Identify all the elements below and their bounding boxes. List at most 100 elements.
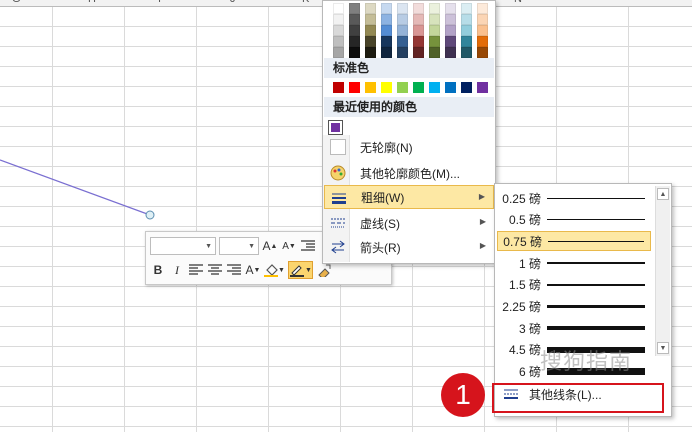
font-name-combo[interactable]: ▼: [150, 237, 216, 255]
weight-option[interactable]: 1 磅: [497, 253, 651, 273]
color-swatch[interactable]: [397, 25, 408, 36]
color-swatch[interactable]: [445, 25, 456, 36]
color-swatch[interactable]: [445, 36, 456, 47]
standard-color-swatch[interactable]: [413, 82, 424, 93]
standard-color-swatch[interactable]: [397, 82, 408, 93]
font-size-combo[interactable]: ▼: [219, 237, 259, 255]
fill-bucket-icon[interactable]: ▼: [264, 261, 285, 279]
empty-swatch-icon: [330, 139, 346, 155]
weight-option-label: 1 磅: [518, 256, 541, 271]
standard-color-swatch[interactable]: [461, 82, 472, 93]
color-swatch[interactable]: [413, 47, 424, 58]
align-left-icon[interactable]: [188, 261, 204, 279]
color-swatch[interactable]: [461, 36, 472, 47]
standard-color-swatch[interactable]: [429, 82, 440, 93]
color-swatch[interactable]: [349, 25, 360, 36]
color-swatch[interactable]: [477, 14, 488, 25]
color-swatch[interactable]: [477, 47, 488, 58]
color-swatch[interactable]: [333, 25, 344, 36]
color-swatch[interactable]: [445, 14, 456, 25]
color-swatch[interactable]: [461, 25, 472, 36]
weight-option-label: 2.25 磅: [502, 300, 541, 314]
color-swatch[interactable]: [461, 3, 472, 14]
color-swatch[interactable]: [365, 36, 376, 47]
color-swatch[interactable]: [333, 3, 344, 14]
weight-option[interactable]: 0.25 磅: [497, 188, 651, 208]
align-right-icon[interactable]: [226, 261, 242, 279]
dashes-item[interactable]: 虚线(S) ▶: [324, 211, 494, 235]
standard-color-swatch[interactable]: [381, 82, 392, 93]
color-swatch[interactable]: [461, 47, 472, 58]
indent-icon[interactable]: [300, 237, 316, 255]
color-swatch[interactable]: [397, 14, 408, 25]
color-swatch[interactable]: [381, 47, 392, 58]
shrink-font-icon[interactable]: A ▼: [281, 237, 297, 255]
weight-option[interactable]: 3 磅: [497, 318, 651, 338]
bold-icon[interactable]: B: [150, 261, 166, 279]
color-swatch[interactable]: [413, 25, 424, 36]
shape-outline-icon[interactable]: ▼: [287, 261, 313, 279]
weight-item[interactable]: 粗细(W) ▶: [324, 185, 494, 209]
color-swatch[interactable]: [381, 3, 392, 14]
color-swatch[interactable]: [429, 14, 440, 25]
recent-color-swatch[interactable]: [328, 120, 343, 135]
scrollbar[interactable]: ▲ ▼: [655, 186, 670, 356]
color-swatch[interactable]: [429, 47, 440, 58]
standard-color-swatch[interactable]: [445, 82, 456, 93]
submenu-arrow-icon: ▶: [478, 192, 485, 201]
color-swatch[interactable]: [349, 14, 360, 25]
color-swatch[interactable]: [397, 36, 408, 47]
color-swatch[interactable]: [397, 47, 408, 58]
highlight-box: [492, 383, 664, 413]
color-swatch[interactable]: [413, 14, 424, 25]
weight-option-label: 0.75 磅: [503, 234, 542, 249]
color-swatch[interactable]: [333, 47, 344, 58]
color-swatch[interactable]: [477, 25, 488, 36]
color-swatch[interactable]: [365, 14, 376, 25]
color-swatch[interactable]: [429, 3, 440, 14]
color-swatch[interactable]: [365, 3, 376, 14]
line-weight-icon: [331, 190, 347, 206]
color-swatch[interactable]: [381, 14, 392, 25]
arrows-item[interactable]: 箭头(R) ▶: [324, 235, 494, 259]
color-swatch[interactable]: [413, 3, 424, 14]
color-swatch[interactable]: [445, 3, 456, 14]
color-swatch[interactable]: [333, 36, 344, 47]
color-swatch[interactable]: [365, 47, 376, 58]
color-swatch[interactable]: [349, 3, 360, 14]
color-swatch[interactable]: [381, 36, 392, 47]
color-swatch[interactable]: [445, 47, 456, 58]
italic-icon[interactable]: I: [169, 261, 185, 279]
color-swatch[interactable]: [461, 14, 472, 25]
line-end-handle[interactable]: [145, 210, 155, 220]
scroll-up-icon[interactable]: ▲: [657, 188, 669, 200]
color-swatch[interactable]: [365, 25, 376, 36]
grow-font-icon[interactable]: A ▲: [262, 237, 278, 255]
standard-color-swatch[interactable]: [365, 82, 376, 93]
color-swatch[interactable]: [381, 25, 392, 36]
color-swatch[interactable]: [349, 36, 360, 47]
standard-color-swatch[interactable]: [349, 82, 360, 93]
weight-option[interactable]: 0.75 磅: [497, 231, 651, 252]
more-outline-colors-item[interactable]: 其他轮廓颜色(M)...: [324, 161, 494, 185]
color-swatch[interactable]: [429, 25, 440, 36]
standard-color-swatch[interactable]: [477, 82, 488, 93]
no-outline-item[interactable]: 无轮廓(N): [324, 135, 494, 159]
color-swatch[interactable]: [477, 36, 488, 47]
weight-option[interactable]: 0.5 磅: [497, 210, 651, 230]
color-swatch[interactable]: [397, 3, 408, 14]
align-center-icon[interactable]: [207, 261, 223, 279]
color-swatch[interactable]: [349, 47, 360, 58]
color-swatch[interactable]: [333, 14, 344, 25]
color-swatch[interactable]: [477, 3, 488, 14]
weight-option[interactable]: 1.5 磅: [497, 275, 651, 295]
weight-option[interactable]: 2.25 磅: [497, 297, 651, 317]
color-palette-icon: [330, 165, 346, 181]
line-shape[interactable]: [0, 159, 151, 216]
standard-color-swatch[interactable]: [333, 82, 344, 93]
scroll-down-icon[interactable]: ▼: [657, 342, 669, 354]
font-color-icon[interactable]: A ▼: [245, 261, 261, 279]
chevron-down-icon: ▼: [248, 243, 255, 250]
color-swatch[interactable]: [429, 36, 440, 47]
color-swatch[interactable]: [413, 36, 424, 47]
